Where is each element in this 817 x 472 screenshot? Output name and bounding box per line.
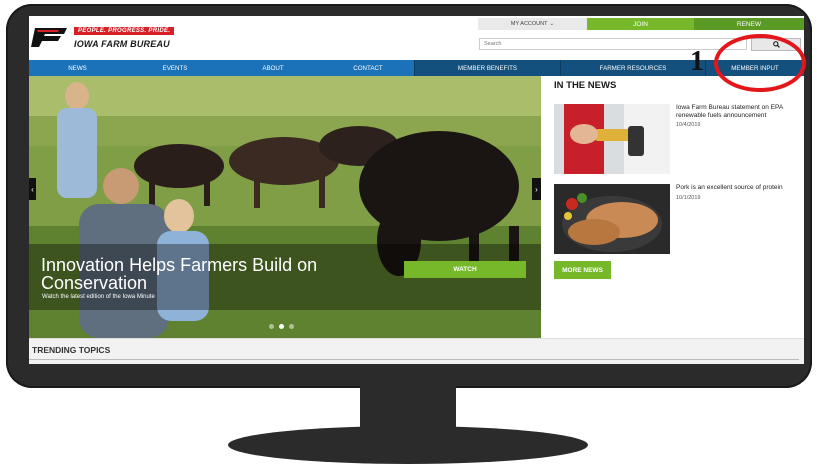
slider-dot[interactable] <box>269 324 274 329</box>
my-account-dropdown[interactable]: MY ACCOUNT ⌄ <box>478 18 587 30</box>
trending-topics-section: TRENDING TOPICS <box>29 338 804 364</box>
chevron-down-icon: ⌄ <box>549 21 555 27</box>
in-the-news-panel: IN THE NEWS Iowa Farm Bureau statement o… <box>554 76 804 338</box>
news-heading: IN THE NEWS <box>554 80 617 91</box>
slider-dot-active[interactable] <box>279 324 284 329</box>
pork-chop-image <box>554 184 670 254</box>
slider-dots <box>269 324 294 329</box>
site-tagline: PEOPLE. PROGRESS. PRIDE. <box>74 27 175 35</box>
account-bar: MY ACCOUNT ⌄ JOIN RENEW <box>478 18 804 30</box>
main-nav: NEWS EVENTS ABOUT CONTACT MEMBER BENEFIT… <box>29 60 804 76</box>
site-header: PEOPLE. PROGRESS. PRIDE. IOWA FARM BUREA… <box>29 16 804 58</box>
news-thumbnail-fuel[interactable] <box>554 104 670 174</box>
my-account-label: MY ACCOUNT <box>510 21 548 27</box>
trending-topics-heading: TRENDING TOPICS <box>32 345 111 355</box>
news-item-title[interactable]: Iowa Farm Bureau statement on EPA renewa… <box>676 104 801 120</box>
hero-subtitle: Watch the latest edition of the Iowa Min… <box>42 294 155 300</box>
slider-dot[interactable] <box>289 324 294 329</box>
news-item-date: 10/1/2019 <box>676 195 701 201</box>
nav-events[interactable]: EVENTS <box>126 60 224 76</box>
chevron-right-icon: › <box>535 184 538 194</box>
join-button[interactable]: JOIN <box>587 18 694 30</box>
slider-next-button[interactable]: › <box>532 178 541 200</box>
divider <box>29 359 799 360</box>
site-org-name[interactable]: IOWA FARM BUREAU <box>74 39 170 49</box>
news-thumbnail-pork[interactable] <box>554 184 670 254</box>
annotation-highlight-circle <box>714 34 806 92</box>
nav-contact[interactable]: CONTACT <box>322 60 414 76</box>
news-item-date: 10/4/2019 <box>676 122 701 128</box>
nav-news[interactable]: NEWS <box>29 60 126 76</box>
more-news-button[interactable]: MORE NEWS <box>554 261 611 279</box>
renew-button[interactable]: RENEW <box>694 18 804 30</box>
search-input[interactable] <box>479 38 747 50</box>
annotation-step-number: 1 <box>690 46 704 77</box>
fuel-pump-image <box>554 104 670 174</box>
farm-bureau-logo[interactable] <box>31 26 69 48</box>
nav-farmer-resources[interactable]: FARMER RESOURCES <box>560 60 705 76</box>
hero-title: Innovation Helps Farmers Build on Conser… <box>41 255 318 293</box>
slider-prev-button[interactable]: ‹ <box>29 178 36 200</box>
chevron-left-icon: ‹ <box>31 184 34 194</box>
nav-about[interactable]: ABOUT <box>224 60 322 76</box>
website-screen: PEOPLE. PROGRESS. PRIDE. IOWA FARM BUREA… <box>29 16 804 364</box>
hero-slider[interactable]: Innovation Helps Farmers Build on Conser… <box>29 76 541 338</box>
watch-button[interactable]: WATCH <box>404 261 526 278</box>
news-item-title[interactable]: Pork is an excellent source of protein <box>676 184 801 192</box>
monitor-stand-base <box>228 426 588 464</box>
nav-member-benefits[interactable]: MEMBER BENEFITS <box>414 60 560 76</box>
